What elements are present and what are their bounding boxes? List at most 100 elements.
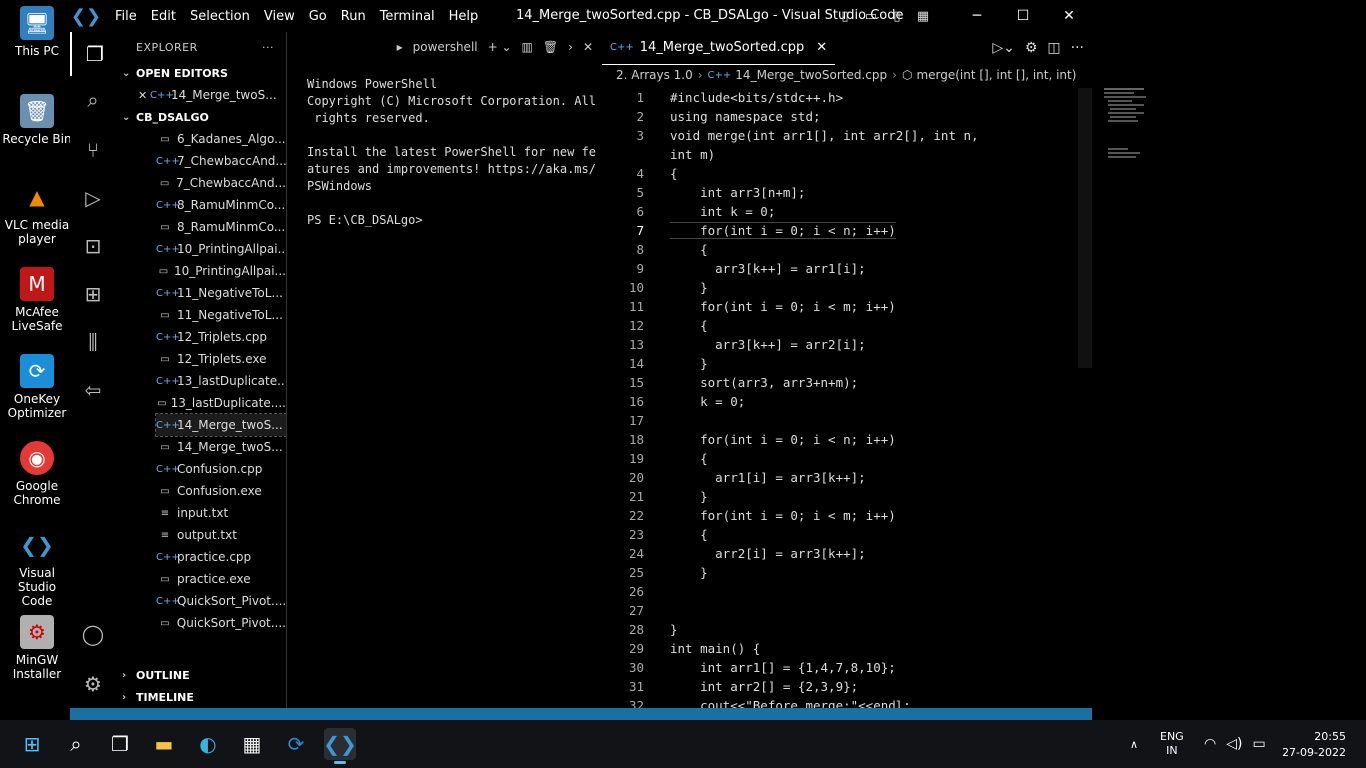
code-line[interactable]: 22 for(int i = 0; i < m; i++) bbox=[602, 506, 1022, 525]
customize-layout-icon[interactable]: ▦ bbox=[910, 9, 936, 24]
desktop-icon-recycle-bin[interactable]: 🗑 Recycle Bin bbox=[0, 94, 74, 146]
system-tray[interactable]: ◠ ◁) ▭ bbox=[1204, 720, 1266, 768]
close-tab-icon[interactable]: ✕ bbox=[816, 40, 827, 55]
account-icon[interactable]: ◯ bbox=[70, 612, 116, 656]
more-actions-icon[interactable]: ··· bbox=[1071, 40, 1084, 56]
code-line[interactable]: 1 #include<bits/stdc++.h> bbox=[602, 88, 1022, 107]
code-line[interactable]: 30 int arr1[] = {1,4,7,8,10}; bbox=[602, 658, 1022, 677]
code-line[interactable]: 29 int main() { bbox=[602, 639, 1022, 658]
code-line[interactable]: 19 { bbox=[602, 449, 1022, 468]
code-line[interactable]: 17 bbox=[602, 411, 1022, 430]
language-indicator[interactable]: ENG IN bbox=[1160, 730, 1184, 758]
code-line[interactable]: 9 arr3[k++] = arr1[i]; bbox=[602, 259, 1022, 278]
outline-section[interactable]: › OUTLINE bbox=[116, 664, 286, 686]
menu-selection[interactable]: Selection bbox=[183, 9, 257, 24]
menu-view[interactable]: View bbox=[257, 9, 302, 24]
store-icon[interactable]: ▦ bbox=[236, 728, 268, 760]
terminal-shell-label[interactable]: powershell bbox=[413, 40, 478, 54]
settings-gear-icon[interactable]: ⚙ bbox=[1025, 40, 1038, 56]
file-item[interactable]: C++ QuickSort_Pivot.... bbox=[156, 590, 286, 612]
code-line[interactable]: 31 int arr2[] = {2,3,9}; bbox=[602, 677, 1022, 696]
file-item[interactable]: ▭ 12_Triplets.exe bbox=[156, 348, 286, 370]
settings-gear-icon[interactable]: ⚙ bbox=[70, 662, 116, 706]
chevron-right-icon[interactable]: › bbox=[568, 40, 573, 54]
timeline-section[interactable]: › TIMELINE bbox=[116, 686, 286, 708]
extensions-icon[interactable]: ⊞ bbox=[70, 272, 116, 316]
code-line[interactable]: 12 { bbox=[602, 316, 1022, 335]
maximize-icon[interactable]: ☐ bbox=[1000, 8, 1046, 24]
code-line[interactable]: 5 int arr3[n+m]; bbox=[602, 183, 1022, 202]
menu-edit[interactable]: Edit bbox=[144, 9, 183, 24]
breadcrumb-symbol[interactable]: merge(int [], int [], int, int) bbox=[916, 68, 1076, 82]
code-line[interactable]: 14 } bbox=[602, 354, 1022, 373]
file-item[interactable]: C++ 13_lastDuplicate.... bbox=[156, 370, 286, 392]
new-terminal-icon[interactable]: + ⌄ bbox=[488, 40, 512, 54]
desktop-icon-mingw[interactable]: ⚙ MinGW Installer bbox=[0, 615, 74, 681]
testing-icon[interactable]: ⫼ bbox=[70, 320, 116, 364]
vscode-icon[interactable]: ❮❯ bbox=[323, 728, 357, 764]
explorer-icon[interactable]: ❐ bbox=[70, 32, 118, 76]
desktop-icon-vscode[interactable]: ❮❯ Visual Studio Code bbox=[0, 528, 74, 608]
minimize-icon[interactable]: ─ bbox=[954, 8, 1000, 24]
close-editor-icon[interactable]: ✕ bbox=[138, 89, 150, 102]
file-item[interactable]: C++ 14_Merge_twoS... bbox=[155, 413, 287, 437]
source-control-icon[interactable]: ⑂ bbox=[70, 128, 116, 172]
breadcrumb-folder[interactable]: 2. Arrays 1.0 bbox=[616, 68, 693, 82]
file-item[interactable]: ▭ 13_lastDuplicate.... bbox=[156, 392, 286, 414]
code-line[interactable]: 3 void merge(int arr1[], int arr2[], int … bbox=[602, 126, 1022, 145]
terminal-output[interactable]: Windows PowerShell Copyright (C) Microso… bbox=[287, 62, 597, 229]
code-line[interactable]: 20 arr1[i] = arr3[k++]; bbox=[602, 468, 1022, 487]
file-item[interactable]: ≡ output.txt bbox=[156, 524, 286, 546]
desktop-icon-vlc[interactable]: ▲ VLC media player bbox=[0, 180, 74, 246]
desktop-icon-this-pc[interactable]: 🖥 This PC bbox=[0, 6, 74, 58]
code-line[interactable]: 6 int k = 0; bbox=[602, 202, 1022, 221]
back-icon[interactable]: ⇦ bbox=[70, 368, 116, 412]
file-item[interactable]: ▭ 7_ChewbaccAnd... bbox=[156, 172, 286, 194]
clock[interactable]: 20:55 27-09-2022 bbox=[1282, 729, 1346, 761]
code-line[interactable]: 25 } bbox=[602, 563, 1022, 582]
show-hidden-icons[interactable]: ∧ bbox=[1130, 720, 1138, 768]
toggle-panel-icon[interactable]: ▭ bbox=[858, 9, 884, 24]
code-line[interactable]: 7 for(int i = 0; i < n; i++) bbox=[602, 221, 1022, 240]
desktop-icon-onekey[interactable]: ⟳ OneKey Optimizer bbox=[0, 354, 74, 420]
file-item[interactable]: ▭ 11_NegativeToL... bbox=[156, 304, 286, 326]
menu-terminal[interactable]: Terminal bbox=[373, 9, 442, 24]
code-line[interactable]: 13 arr3[k++] = arr2[i]; bbox=[602, 335, 1022, 354]
code-line[interactable]: 23 { bbox=[602, 525, 1022, 544]
file-item[interactable]: C++ 10_PrintingAllpai... bbox=[156, 238, 286, 260]
code-line[interactable]: int m) bbox=[602, 145, 1022, 164]
search-icon[interactable]: ⌕ bbox=[70, 78, 116, 122]
editor-tab[interactable]: C++ 14_Merge_twoSorted.cpp ✕ bbox=[602, 32, 836, 65]
code-line[interactable]: 24 arr2[i] = arr3[k++]; bbox=[602, 544, 1022, 563]
file-item[interactable]: C++ 7_ChewbaccAnd... bbox=[156, 150, 286, 172]
code-line[interactable]: 27 bbox=[602, 601, 1022, 620]
file-item[interactable]: ▭ practice.exe bbox=[156, 568, 286, 590]
menu-run[interactable]: Run bbox=[334, 9, 373, 24]
start-icon[interactable]: ⊞ bbox=[16, 728, 48, 760]
file-item[interactable]: C++ Confusion.cpp bbox=[156, 458, 286, 480]
menu-help[interactable]: Help bbox=[442, 9, 486, 24]
code-line[interactable]: 11 for(int i = 0; i < m; i++) bbox=[602, 297, 1022, 316]
task-view-icon[interactable]: ❐ bbox=[104, 728, 136, 760]
more-actions-icon[interactable]: ··· bbox=[262, 41, 274, 54]
edge-icon[interactable]: ◐ bbox=[192, 728, 224, 760]
code-line[interactable]: 2 using namespace std; bbox=[602, 107, 1022, 126]
file-item[interactable]: C++ 12_Triplets.cpp bbox=[156, 326, 286, 348]
remote-explorer-icon[interactable]: ⊡ bbox=[70, 224, 116, 268]
onekey-icon[interactable]: ⟳ bbox=[280, 728, 312, 760]
code-line[interactable]: 18 for(int i = 0; i < n; i++) bbox=[602, 430, 1022, 449]
code-line[interactable]: 28} bbox=[602, 620, 1022, 639]
close-icon[interactable]: ✕ bbox=[1046, 8, 1092, 24]
folder-section[interactable]: ⌄ CB_DSALGO bbox=[116, 106, 286, 128]
search-icon[interactable]: ⌕ bbox=[60, 728, 92, 760]
code-line[interactable]: 4{ bbox=[602, 164, 1022, 183]
file-item[interactable]: ▭ 10_PrintingAllpai... bbox=[156, 260, 286, 282]
file-explorer-icon[interactable]: ▬ bbox=[148, 728, 180, 760]
toggle-sidebar-icon[interactable]: ▯ bbox=[832, 9, 858, 24]
file-item[interactable]: C++ 11_NegativeToL... bbox=[156, 282, 286, 304]
kill-terminal-icon[interactable]: 🗑 bbox=[543, 40, 558, 54]
close-panel-icon[interactable]: ✕ bbox=[583, 40, 593, 54]
file-item[interactable]: ▭ Confusion.exe bbox=[156, 480, 286, 502]
run-icon[interactable]: ▷⌄ bbox=[992, 40, 1015, 56]
desktop-icon-chrome[interactable]: ◉ Google Chrome bbox=[0, 441, 74, 507]
